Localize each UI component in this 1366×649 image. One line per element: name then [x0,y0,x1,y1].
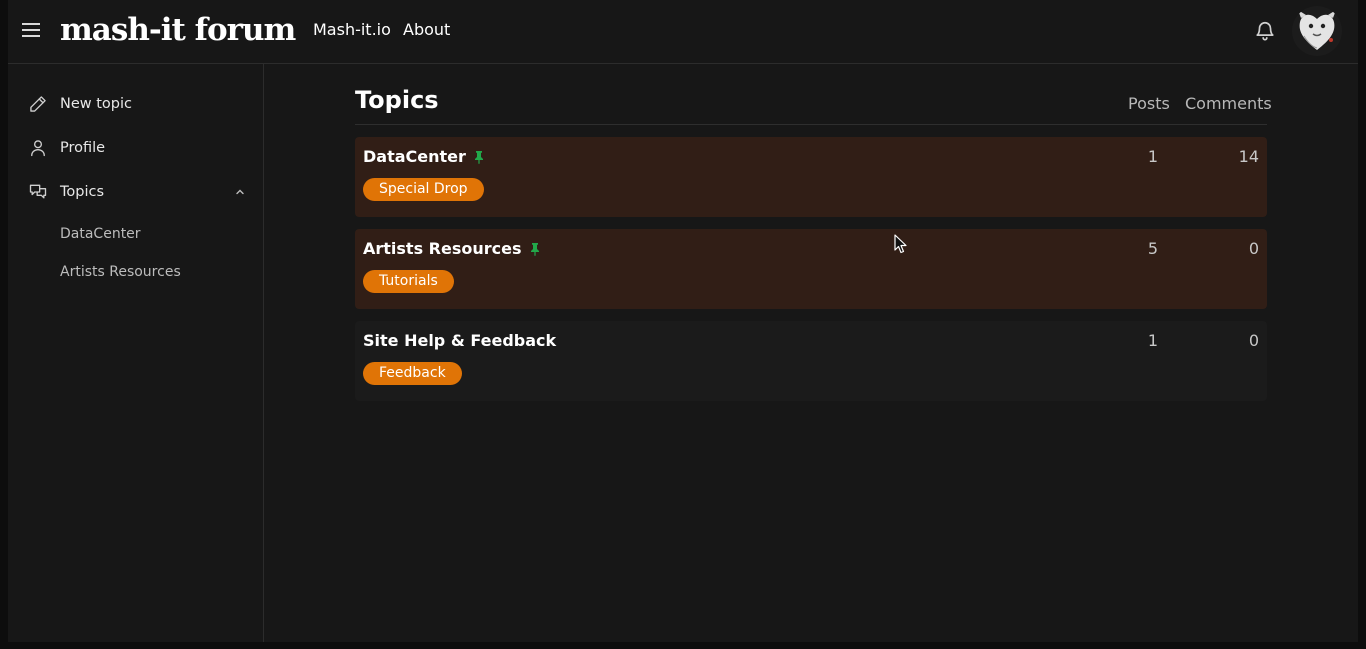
chat-icon [29,184,47,199]
posts-count: 5 [1147,239,1158,258]
sidebar-subitem-datacenter[interactable]: DataCenter [60,226,141,242]
site-logo[interactable]: mash-it forum [60,10,296,50]
topic-title: Site Help & Feedback [363,331,556,350]
nav-link-mash-it[interactable]: Mash-it.io [313,20,391,40]
topic-row-artists-resources[interactable]: Artists Resources Tutorials 5 0 [355,229,1267,309]
column-header-comments: Comments [1185,94,1272,113]
topic-title: DataCenter [363,147,485,166]
divider [355,124,1267,125]
comments-count: 0 [1248,239,1259,258]
app-frame: mash-it forum Mash-it.io About New topic… [8,0,1358,642]
comments-count: 0 [1248,331,1259,350]
sidebar-item-new-topic[interactable]: New topic [28,92,248,116]
sidebar-item-label: Topics [60,184,105,200]
topic-title: Artists Resources [363,239,541,258]
sidebar-item-label: Profile [60,140,106,156]
pencil-icon [30,96,46,112]
sidebar-item-label: New topic [60,96,132,112]
topic-row-datacenter[interactable]: DataCenter Special Drop 1 14 [355,137,1267,217]
posts-count: 1 [1147,331,1158,350]
sidebar-subitem-artists-resources[interactable]: Artists Resources [60,264,181,280]
tag-tutorials[interactable]: Tutorials [363,270,454,293]
topic-name: Artists Resources [363,239,522,258]
page-title: Topics [355,86,439,114]
topic-name: DataCenter [363,147,466,166]
user-avatar[interactable] [1292,6,1342,56]
person-icon [31,140,45,157]
hamburger-icon[interactable] [22,20,42,40]
nav-link-about[interactable]: About [403,20,450,40]
topic-name: Site Help & Feedback [363,331,557,350]
mouse-cursor-icon [894,234,907,254]
sidebar-item-profile[interactable]: Profile [28,136,248,160]
pin-icon [474,150,483,164]
column-header-posts: Posts [1128,94,1170,113]
posts-count: 1 [1147,147,1158,166]
tag-special-drop[interactable]: Special Drop [363,178,484,201]
bell-icon[interactable] [1254,20,1276,42]
top-bar: mash-it forum Mash-it.io About [8,0,1358,64]
sidebar: New topic Profile Topics DataCenter Arti… [8,64,264,642]
pin-icon [530,242,539,256]
chevron-up-icon[interactable] [234,186,246,198]
comments-count: 14 [1238,147,1259,166]
tag-feedback[interactable]: Feedback [363,362,462,385]
topic-row-site-help[interactable]: Site Help & Feedback Feedback 1 0 [355,321,1267,401]
sidebar-item-topics[interactable]: Topics [28,180,248,204]
